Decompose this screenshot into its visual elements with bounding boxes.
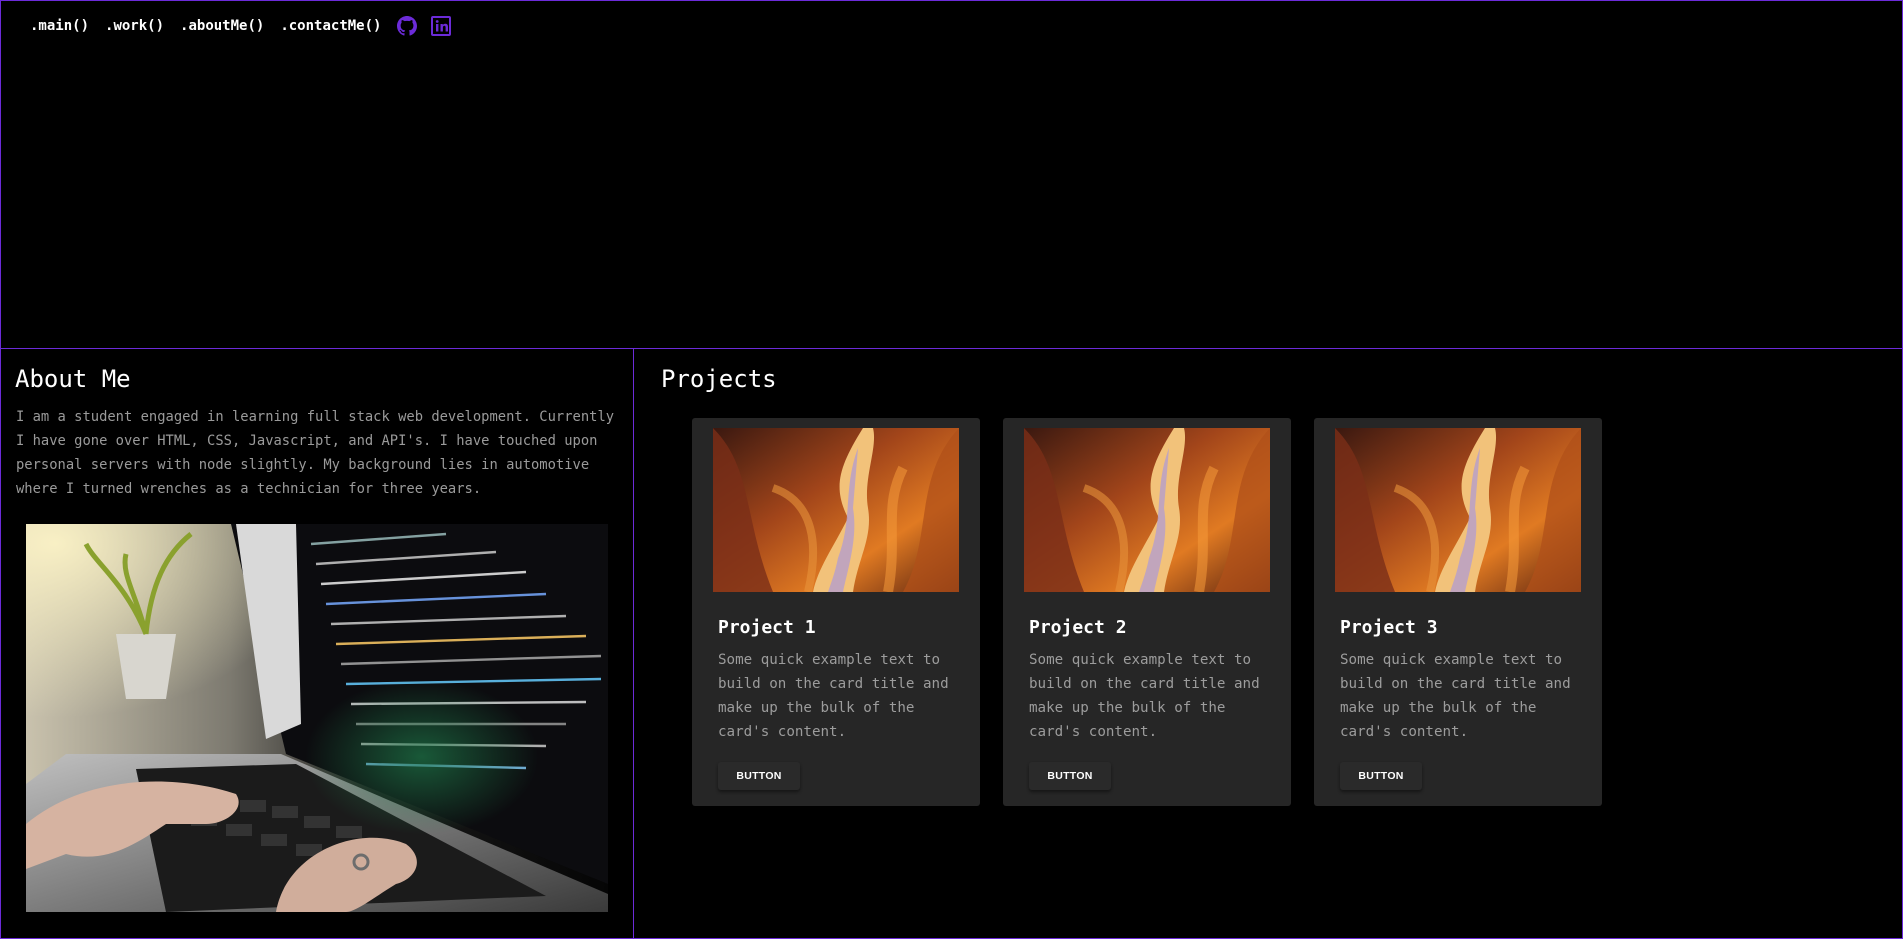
card-title: Project 2: [1029, 617, 1127, 638]
projects-title: Projects: [661, 365, 777, 393]
canyon-image: [1024, 428, 1270, 592]
laptop-coding-image: [26, 524, 608, 912]
project-card: Project 2 Some quick example text to bui…: [1003, 418, 1291, 806]
card-text: Some quick example text to build on the …: [1029, 652, 1260, 740]
about-title: About Me: [15, 365, 131, 393]
project-card: Project 1 Some quick example text to bui…: [692, 418, 980, 806]
card-text: Some quick example text to build on the …: [1340, 652, 1571, 740]
nav-link-about-me[interactable]: .aboutMe(): [180, 18, 264, 34]
top-nav: .main() .work() .aboutMe() .contactMe(): [30, 14, 465, 38]
card-button[interactable]: BUTTON: [1029, 762, 1111, 790]
card-button[interactable]: BUTTON: [1340, 762, 1422, 790]
github-icon[interactable]: [397, 16, 418, 36]
nav-link-contact-me[interactable]: .contactMe(): [280, 18, 381, 34]
card-button[interactable]: BUTTON: [718, 762, 800, 790]
card-title: Project 3: [1340, 617, 1438, 638]
canyon-image: [1335, 428, 1581, 592]
card-text: Some quick example text to build on the …: [718, 652, 949, 740]
card-title: Project 1: [718, 617, 816, 638]
about-text: I am a student engaged in learning full …: [16, 409, 615, 497]
project-card: Project 3 Some quick example text to bui…: [1314, 418, 1602, 806]
projects-section: Projects Project 1 Some quick example te…: [635, 349, 1902, 939]
linkedin-icon[interactable]: [431, 16, 452, 36]
nav-link-main[interactable]: .main(): [30, 18, 89, 34]
canyon-image: [713, 428, 959, 592]
about-section: About Me I am a student engaged in learn…: [0, 349, 634, 939]
nav-link-work[interactable]: .work(): [105, 18, 164, 34]
